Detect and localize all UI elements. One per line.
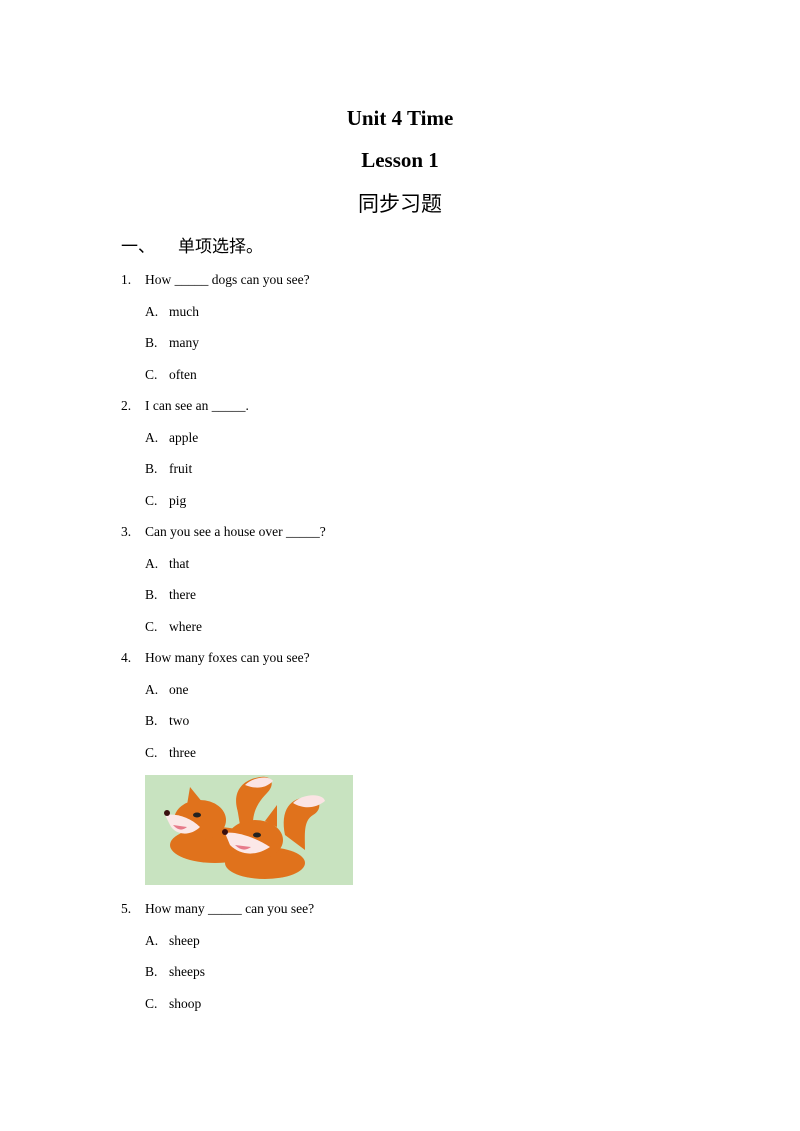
- option-5b: B. sheeps: [145, 964, 205, 980]
- exercise-subtitle: 同步习题: [358, 192, 442, 216]
- option-text: that: [169, 556, 190, 571]
- option-text: three: [169, 745, 196, 760]
- option-text: often: [169, 367, 197, 382]
- option-3c: C. where: [145, 619, 202, 635]
- option-5c: C. shoop: [145, 996, 201, 1012]
- option-letter: A.: [145, 933, 159, 948]
- question-number: 3.: [121, 524, 132, 539]
- option-1b: B. many: [145, 335, 199, 351]
- option-text: fruit: [169, 461, 193, 476]
- fox-nose-back: [164, 810, 170, 816]
- option-text: many: [169, 335, 199, 350]
- option-letter: C.: [145, 996, 158, 1011]
- unit-title: Unit 4 Time: [346, 106, 454, 130]
- option-text: pig: [169, 493, 187, 508]
- foxes-image: [145, 775, 353, 885]
- question-2: 2. I can see an _____.: [121, 398, 249, 414]
- option-letter: A.: [145, 556, 159, 571]
- question-text: How many foxes can you see?: [145, 650, 310, 665]
- option-letter: B.: [145, 964, 158, 979]
- question-number: 5.: [121, 901, 132, 916]
- question-1: 1. How _____ dogs can you see?: [121, 272, 310, 288]
- option-2c: C. pig: [145, 493, 186, 509]
- option-letter: C.: [145, 367, 158, 382]
- option-text: sheep: [169, 933, 200, 948]
- question-text: Can you see a house over _____?: [145, 524, 326, 539]
- section-heading: 一、 单项选择。: [121, 232, 263, 257]
- question-text: How _____ dogs can you see?: [145, 272, 310, 287]
- option-letter: A.: [145, 304, 159, 319]
- lesson-title: Lesson 1: [361, 148, 439, 172]
- option-text: apple: [169, 430, 199, 445]
- option-text: there: [169, 587, 196, 602]
- option-4b: B. two: [145, 713, 189, 729]
- option-letter: C.: [145, 745, 158, 760]
- question-3: 3. Can you see a house over _____?: [121, 524, 326, 540]
- fox-eye-back: [193, 812, 201, 818]
- option-text: two: [169, 713, 190, 728]
- option-letter: C.: [145, 619, 158, 634]
- option-letter: B.: [145, 335, 158, 350]
- option-letter: C.: [145, 493, 158, 508]
- question-text: I can see an _____.: [145, 398, 249, 413]
- option-4a: A. one: [145, 682, 189, 698]
- fox-nose-front: [222, 829, 228, 835]
- question-5: 5. How many _____ can you see?: [121, 901, 314, 917]
- fox-eye-front: [253, 832, 261, 838]
- fox-ear-back: [187, 787, 203, 805]
- option-text: where: [169, 619, 202, 634]
- option-letter: A.: [145, 430, 159, 445]
- question-number: 1.: [121, 272, 132, 287]
- foxes-illustration: [164, 776, 325, 879]
- option-2b: B. fruit: [145, 461, 192, 477]
- option-letter: B.: [145, 587, 158, 602]
- option-text: sheeps: [169, 964, 205, 979]
- option-3b: B. there: [145, 587, 196, 603]
- option-letter: B.: [145, 461, 158, 476]
- option-1c: C. often: [145, 367, 197, 383]
- option-2a: A. apple: [145, 430, 198, 446]
- option-3a: A. that: [145, 556, 189, 572]
- option-text: one: [169, 682, 189, 697]
- option-1a: A. much: [145, 304, 199, 320]
- question-text: How many _____ can you see?: [145, 901, 315, 916]
- question-number: 4.: [121, 650, 132, 665]
- section-number: 一、: [121, 237, 155, 257]
- option-letter: B.: [145, 713, 158, 728]
- option-letter: A.: [145, 682, 159, 697]
- option-5a: A. sheep: [145, 933, 200, 949]
- option-text: shoop: [169, 996, 202, 1011]
- option-4c: C. three: [145, 745, 196, 761]
- question-4: 4. How many foxes can you see?: [121, 650, 310, 666]
- section-title: 单项选择。: [178, 237, 263, 257]
- option-text: much: [169, 304, 199, 319]
- question-number: 2.: [121, 398, 132, 413]
